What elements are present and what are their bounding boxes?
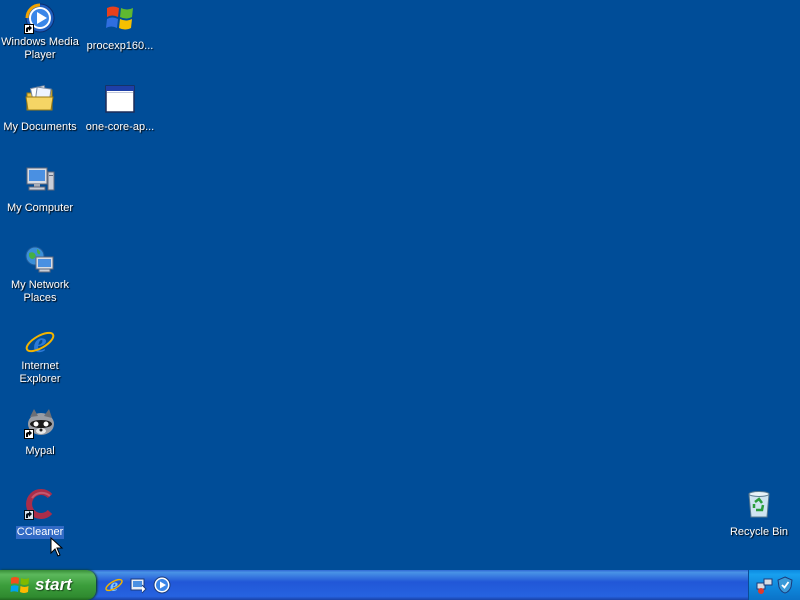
icon-label: My Network Places [10, 279, 70, 304]
ccleaner-icon [24, 488, 56, 520]
shortcut-arrow-icon [24, 24, 34, 34]
shortcut-arrow-icon [24, 429, 34, 439]
internet-explorer-icon: e [24, 326, 56, 359]
documents-folder-icon [24, 83, 56, 115]
icon-label: procexp160... [86, 40, 154, 52]
svg-text:e: e [110, 575, 118, 595]
desktop-icon-mypal[interactable]: Mypal [0, 407, 80, 459]
desktop-icon-ccleaner[interactable]: CCleaner [0, 488, 80, 540]
shortcut-arrow-icon [24, 510, 34, 520]
desktop[interactable]: Windows Media Player procexp160... My Do… [0, 0, 800, 570]
desktop-icon-procexp[interactable]: procexp160... [80, 2, 160, 54]
network-places-icon [24, 245, 56, 277]
icon-label: one-core-ap... [85, 121, 155, 133]
show-desktop-icon[interactable] [128, 575, 148, 595]
icon-label: My Computer [6, 202, 74, 214]
desktop-icon-one-core-ap[interactable]: one-core-ap... [80, 83, 160, 135]
svg-text:e: e [33, 326, 46, 358]
desktop-icon-my-computer[interactable]: My Computer [0, 164, 80, 216]
windows-flag-icon [104, 2, 136, 34]
icon-label: Recycle Bin [729, 526, 789, 538]
taskbar: start e [0, 570, 800, 600]
desktop-icon-windows-media-player[interactable]: Windows Media Player [0, 2, 80, 63]
quick-launch-bar: e [104, 574, 172, 596]
windows-flag-icon [10, 577, 29, 593]
icon-label: My Documents [3, 121, 77, 133]
desktop-icon-internet-explorer[interactable]: e Internet Explorer [0, 326, 80, 387]
start-label: start [35, 575, 72, 594]
icon-label: Windows Media Player [1, 36, 79, 61]
internet-explorer-icon[interactable]: e [104, 575, 124, 595]
desktop-icon-recycle-bin[interactable]: Recycle Bin [719, 488, 799, 540]
application-window-icon [104, 83, 136, 115]
media-player-icon[interactable] [152, 575, 172, 595]
desktop-icon-my-documents[interactable]: My Documents [0, 83, 80, 135]
computer-icon [24, 164, 56, 196]
desktop-icon-my-network-places[interactable]: My Network Places [0, 245, 80, 306]
security-icon[interactable] [775, 575, 795, 595]
icon-label: CCleaner [15, 526, 65, 539]
media-player-icon [24, 2, 56, 34]
mypal-icon [24, 407, 56, 439]
network-icon[interactable] [755, 575, 775, 595]
recycle-bin-icon [743, 488, 775, 520]
system-tray [748, 570, 800, 600]
icon-label: Internet Explorer [19, 360, 61, 385]
start-button[interactable]: start [0, 570, 96, 600]
icon-label: Mypal [25, 445, 55, 457]
